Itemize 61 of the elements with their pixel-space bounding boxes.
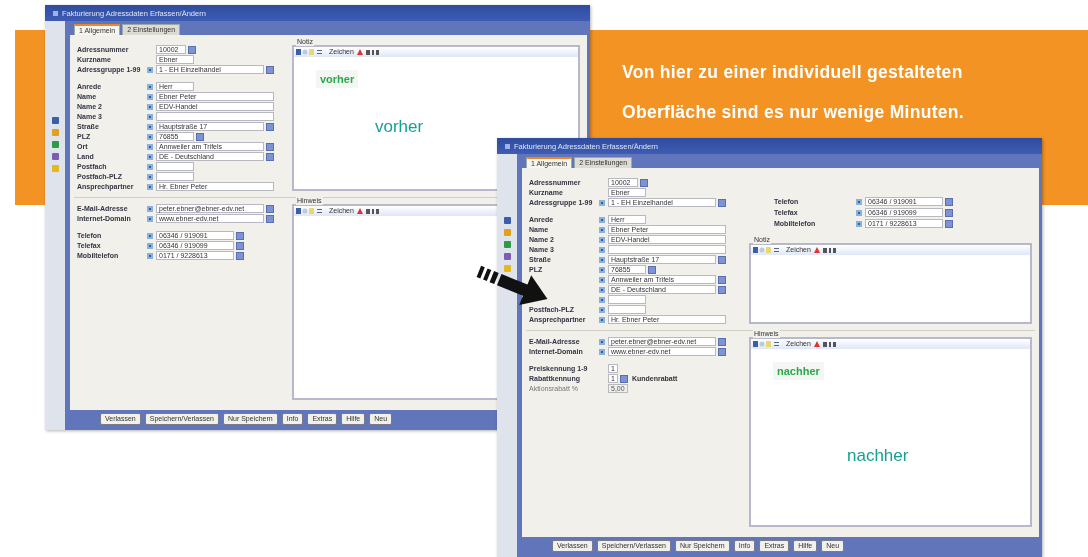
link-icon[interactable] bbox=[147, 123, 153, 130]
link-icon[interactable] bbox=[599, 226, 605, 233]
text-color-icon[interactable] bbox=[813, 341, 836, 347]
caption-text: vorher bbox=[375, 117, 424, 136]
lookup-button[interactable] bbox=[266, 122, 274, 131]
link-icon[interactable] bbox=[856, 209, 862, 216]
link-icon[interactable] bbox=[599, 236, 605, 243]
link-icon[interactable] bbox=[147, 163, 153, 170]
note-text: nachher bbox=[773, 362, 824, 380]
link-icon[interactable] bbox=[147, 173, 153, 180]
link-icon[interactable] bbox=[599, 199, 605, 206]
input-field[interactable] bbox=[608, 295, 646, 304]
window-icon bbox=[53, 10, 58, 16]
text-color-icon[interactable] bbox=[356, 49, 379, 55]
link-icon[interactable] bbox=[147, 66, 153, 73]
link-icon[interactable] bbox=[147, 205, 153, 212]
link-icon[interactable] bbox=[599, 246, 605, 253]
lookup-button[interactable] bbox=[640, 178, 648, 187]
headline-line: Oberfläche sind es nur wenige Minuten. bbox=[622, 101, 964, 124]
link-icon[interactable] bbox=[599, 266, 605, 273]
lookup-button[interactable] bbox=[619, 374, 628, 383]
link-icon[interactable] bbox=[599, 306, 605, 313]
lookup-button[interactable] bbox=[196, 132, 204, 141]
link-icon[interactable] bbox=[147, 113, 153, 120]
link-icon[interactable] bbox=[147, 242, 153, 249]
link-icon[interactable] bbox=[599, 348, 605, 355]
input-field[interactable] bbox=[156, 162, 194, 171]
link-icon[interactable] bbox=[147, 183, 153, 190]
link-icon[interactable] bbox=[147, 103, 153, 110]
window-icon bbox=[505, 143, 510, 149]
link-icon[interactable] bbox=[599, 316, 605, 323]
link-icon[interactable] bbox=[147, 252, 153, 259]
input-field[interactable] bbox=[608, 245, 726, 254]
link-icon[interactable] bbox=[147, 232, 153, 239]
note-text: vorher bbox=[316, 70, 359, 88]
headline-line: Von hier zu einer individuell gestalteten bbox=[622, 61, 964, 84]
link-icon[interactable] bbox=[147, 153, 153, 160]
link-icon[interactable] bbox=[147, 83, 153, 90]
link-icon[interactable] bbox=[599, 286, 605, 293]
link-icon[interactable] bbox=[599, 216, 605, 223]
lookup-button[interactable] bbox=[648, 265, 656, 274]
lookup-button[interactable] bbox=[718, 198, 726, 207]
link-icon[interactable] bbox=[599, 296, 605, 303]
lookup-button[interactable] bbox=[266, 65, 274, 74]
link-icon[interactable] bbox=[147, 93, 153, 100]
lookup-button[interactable] bbox=[188, 45, 196, 54]
input-field[interactable] bbox=[156, 172, 194, 181]
input-field[interactable] bbox=[156, 112, 274, 121]
link-icon[interactable] bbox=[599, 276, 605, 283]
link-icon[interactable] bbox=[147, 215, 153, 222]
link-icon[interactable] bbox=[599, 256, 605, 263]
link-icon[interactable] bbox=[147, 133, 153, 140]
link-icon[interactable] bbox=[856, 198, 862, 205]
link-icon[interactable] bbox=[147, 143, 153, 150]
input-field[interactable] bbox=[608, 305, 646, 314]
text-color-icon[interactable] bbox=[813, 247, 836, 253]
link-icon[interactable] bbox=[856, 220, 862, 227]
caption-text: nachher bbox=[847, 446, 909, 465]
lookup-button[interactable] bbox=[718, 255, 726, 264]
text-color-icon[interactable] bbox=[356, 208, 379, 214]
link-icon[interactable] bbox=[599, 338, 605, 345]
